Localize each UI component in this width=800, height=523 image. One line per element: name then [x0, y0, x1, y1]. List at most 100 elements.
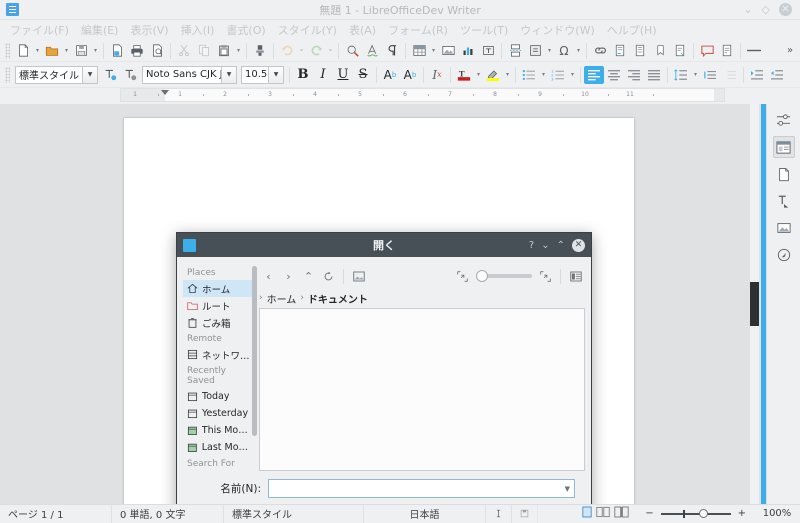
menu-tools[interactable]: ツール(T)	[454, 20, 514, 40]
sidebar-navigator[interactable]	[773, 244, 795, 266]
menu-file[interactable]: ファイル(F)	[4, 20, 75, 40]
align-left-icon[interactable]	[584, 65, 604, 84]
thumbnail-zoom-slider[interactable]	[453, 267, 555, 286]
unordered-list-icon[interactable]	[519, 66, 539, 84]
zoom-in-icon[interactable]	[536, 267, 555, 286]
insert-field-dropdown[interactable]: ▾	[545, 47, 554, 54]
sidebar-properties[interactable]	[772, 136, 795, 158]
zoom-slider-knob[interactable]	[476, 270, 488, 282]
file-name-input[interactable]: ▼	[268, 479, 575, 498]
sidebar-styles[interactable]	[773, 190, 795, 212]
increase-indent-icon[interactable]	[747, 66, 767, 84]
zoom-slider-track[interactable]	[660, 508, 731, 518]
font-color-icon[interactable]: T	[454, 66, 474, 84]
minimize-icon[interactable]: ⌄	[743, 4, 752, 15]
thumbnail-icon[interactable]	[349, 267, 368, 286]
spelling-icon[interactable]	[362, 42, 382, 60]
menu-insert[interactable]: 挿入(I)	[175, 20, 221, 40]
toolbar-grip[interactable]	[5, 66, 10, 83]
subscript-icon[interactable]: Ab	[400, 66, 420, 84]
place-item-home[interactable]: ホーム	[183, 280, 257, 297]
bold-icon[interactable]: B	[293, 66, 313, 84]
multi-page-view-icon[interactable]	[596, 506, 610, 521]
menu-help[interactable]: ヘルプ(H)	[601, 20, 663, 40]
place-item-trash[interactable]: ごみ箱	[183, 314, 257, 331]
up-icon[interactable]: ⌃	[299, 267, 318, 286]
sidebar-settings[interactable]	[773, 109, 795, 131]
menu-format[interactable]: 書式(O)	[220, 20, 271, 40]
font-color-dropdown[interactable]: ▾	[474, 71, 483, 78]
chevron-down-icon[interactable]: ▼	[565, 485, 570, 493]
open-dropdown[interactable]: ▾	[62, 47, 71, 54]
overflow-icon[interactable]: »	[780, 42, 800, 60]
status-page[interactable]: ページ 1 / 1	[0, 504, 112, 523]
place-item-this-month[interactable]: This Month	[183, 422, 257, 439]
save-icon[interactable]	[71, 42, 91, 60]
new-document-dropdown[interactable]: ▾	[33, 47, 42, 54]
ordered-list-dropdown[interactable]: ▾	[568, 71, 577, 78]
decrease-indent-icon[interactable]	[767, 66, 787, 84]
special-character-dropdown[interactable]: ▾	[574, 47, 583, 54]
insert-chart-icon[interactable]	[458, 42, 478, 60]
page-break-icon[interactable]	[505, 42, 525, 60]
zoom-slider-track[interactable]	[476, 270, 532, 282]
file-list[interactable]	[259, 308, 585, 471]
italic-icon[interactable]: I	[313, 66, 333, 84]
zoom-slider-knob[interactable]	[698, 508, 708, 518]
formatting-marks-icon[interactable]	[382, 42, 402, 60]
insert-field-icon[interactable]	[525, 42, 545, 60]
selection-mode-icon[interactable]	[486, 504, 512, 523]
track-changes-icon[interactable]	[717, 42, 737, 60]
toolbar-grip[interactable]	[5, 42, 10, 59]
clone-formatting-icon[interactable]	[250, 42, 270, 60]
insert-table-icon[interactable]	[409, 42, 429, 60]
breadcrumb-item-documents[interactable]: ドキュメント	[308, 291, 368, 306]
sidebar-gallery[interactable]	[773, 217, 795, 239]
menu-table[interactable]: 表(A)	[343, 20, 382, 40]
insert-hyperlink-icon[interactable]	[590, 42, 610, 60]
breadcrumb-item-home[interactable]: ホーム	[267, 291, 297, 306]
status-words[interactable]: 0 単語, 0 文字	[112, 504, 224, 523]
print-preview-icon[interactable]	[147, 42, 167, 60]
menu-view[interactable]: 表示(V)	[124, 20, 174, 40]
print-icon[interactable]	[127, 42, 147, 60]
font-size-value[interactable]: 10.5	[241, 65, 269, 84]
zoom-slider[interactable]: − +	[637, 505, 754, 523]
dialog-minimize-icon[interactable]: ⌄	[541, 240, 549, 251]
paragraph-style-combo[interactable]: 標準スタイル ▼	[15, 65, 98, 84]
sidebar-page[interactable]	[773, 163, 795, 185]
find-replace-icon[interactable]	[342, 42, 362, 60]
align-right-icon[interactable]	[624, 66, 644, 84]
align-justified-icon[interactable]	[644, 66, 664, 84]
book-view-icon[interactable]	[614, 506, 629, 521]
font-size-dropdown[interactable]: ▼	[269, 65, 284, 84]
places-sidebar[interactable]: Places ホーム ルート ごみ箱 Remote ネットワ… Recently…	[183, 263, 257, 471]
footnote-icon[interactable]	[610, 42, 630, 60]
ordered-list-icon[interactable]: 123	[548, 66, 568, 84]
line-spacing-dropdown[interactable]: ▾	[691, 71, 700, 78]
font-name-value[interactable]: Noto Sans CJK J	[142, 65, 222, 84]
open-icon[interactable]	[42, 42, 62, 60]
line-icon[interactable]	[744, 42, 764, 60]
save-state-icon[interactable]	[512, 504, 538, 523]
text-box-icon[interactable]	[478, 42, 498, 60]
font-name-combo[interactable]: Noto Sans CJK J ▼	[142, 65, 237, 84]
forward-icon[interactable]: ›	[279, 267, 298, 286]
line-spacing-icon[interactable]	[671, 66, 691, 84]
endnote-icon[interactable]	[630, 42, 650, 60]
unordered-list-dropdown[interactable]: ▾	[539, 71, 548, 78]
clear-formatting-icon[interactable]: Ix	[427, 66, 447, 84]
place-item-last-month[interactable]: Last Month	[183, 439, 257, 456]
font-size-combo[interactable]: 10.5 ▼	[241, 65, 284, 84]
menu-edit[interactable]: 編集(E)	[75, 20, 125, 40]
strikethrough-icon[interactable]: S	[353, 66, 373, 84]
place-item-yesterday[interactable]: Yesterday	[183, 405, 257, 422]
new-style-icon[interactable]	[120, 66, 140, 84]
export-pdf-icon[interactable]	[107, 42, 127, 60]
save-dropdown[interactable]: ▾	[91, 47, 100, 54]
menu-styles[interactable]: スタイル(Y)	[272, 20, 343, 40]
cross-reference-icon[interactable]	[670, 42, 690, 60]
place-item-network[interactable]: ネットワ…	[183, 346, 257, 363]
horizontal-ruler[interactable]: 1 1 2 3 4 5 6 7 8 9 10 11	[120, 88, 725, 102]
paragraph-style-value[interactable]: 標準スタイル	[15, 65, 83, 84]
